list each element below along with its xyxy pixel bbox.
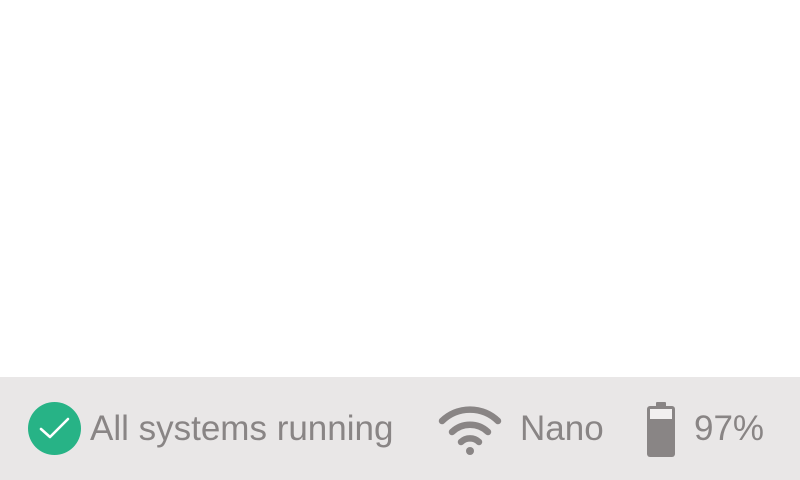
system-status: All systems running: [28, 377, 393, 480]
wifi-network-name: Nano: [520, 409, 604, 448]
battery-level: 97%: [694, 409, 765, 448]
status-bar: All systems running Nano 97%: [0, 377, 800, 480]
wifi-icon: [438, 405, 502, 455]
main-content-area: [0, 0, 800, 377]
screen: All systems running Nano 97%: [0, 0, 800, 480]
battery-icon: [647, 401, 675, 457]
wifi-status[interactable]: Nano: [437, 377, 604, 480]
battery-status: 97%: [645, 377, 764, 480]
system-status-label: All systems running: [90, 409, 394, 448]
check-circle-icon: [28, 402, 81, 455]
